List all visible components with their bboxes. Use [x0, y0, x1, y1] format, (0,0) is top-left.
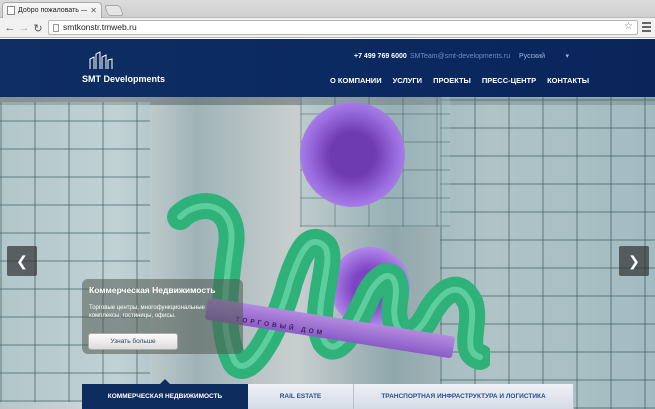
- tab-commercial[interactable]: КОММЕРЧЕСКАЯ НЕДВИЖИМОСТЬ: [82, 379, 248, 409]
- page-icon: [7, 6, 15, 15]
- language-select[interactable]: Русский ▾: [515, 50, 573, 62]
- slider-next-button[interactable]: ❯: [619, 246, 649, 276]
- bookmark-star-icon[interactable]: ☆: [624, 21, 633, 32]
- url-text[interactable]: smtkonstr.tmweb.ru: [63, 22, 137, 32]
- slide-caption: Коммерческая Недвижимость Торговые центр…: [82, 279, 243, 354]
- logo-building-icon: [89, 51, 113, 69]
- email-link[interactable]: SMTeam@smt-developments.ru: [410, 53, 510, 60]
- browser-tabbar: Добро пожаловать — SM ✕: [0, 0, 655, 18]
- caption-description: Торговые центры, многофункциональные ком…: [89, 305, 205, 319]
- category-tabs: КОММЕРЧЕСКАЯ НЕДВИЖИМОСТЬ RAIL ESTATE ТР…: [82, 379, 574, 409]
- nav-services[interactable]: УСЛУГИ: [393, 76, 422, 85]
- browser-toolbar: ← → ↻ smtkonstr.tmweb.ru ☆: [0, 18, 655, 38]
- tab-transport[interactable]: ТРАНСПОРТНАЯ ИНФРАСТРУКТУРА И ЛОГИСТИКА: [354, 384, 574, 409]
- back-icon[interactable]: ←: [3, 21, 17, 35]
- tab-rail-estate[interactable]: RAIL ESTATE: [248, 384, 354, 409]
- learn-more-button[interactable]: Узнать больше: [88, 333, 178, 350]
- menu-icon[interactable]: [642, 22, 651, 32]
- new-tab-button[interactable]: [103, 5, 125, 16]
- hero-slider: ТОРГОВЫЙ ДОМ ❮ ❯ Коммерческая Недвижимос…: [0, 97, 655, 409]
- nav-about[interactable]: О КОМПАНИИ: [330, 76, 382, 85]
- forward-icon[interactable]: →: [17, 21, 31, 35]
- nav-projects[interactable]: ПРОЕКТЫ: [433, 76, 471, 85]
- logo-text: SMT Developments: [82, 74, 166, 84]
- slider-prev-button[interactable]: ❮: [7, 246, 37, 276]
- nav-press[interactable]: ПРЕСС-ЦЕНТР: [482, 76, 536, 85]
- nav-contacts[interactable]: КОНТАКТЫ: [547, 76, 589, 85]
- caption-title: Коммерческая Недвижимость: [89, 285, 216, 295]
- address-bar[interactable]: smtkonstr.tmweb.ru ☆: [48, 20, 638, 35]
- site-header: SMT Developments +7 499 769 6000 SMTeam@…: [0, 39, 655, 97]
- page-icon: [53, 24, 59, 32]
- browser-tab[interactable]: Добро пожаловать — SM ✕: [2, 2, 102, 18]
- main-nav: О КОМПАНИИ УСЛУГИ ПРОЕКТЫ ПРЕСС-ЦЕНТР КО…: [330, 76, 589, 85]
- reload-icon[interactable]: ↻: [31, 21, 45, 35]
- tab-title: Добро пожаловать — SM: [18, 7, 88, 14]
- language-value: Русский: [519, 52, 545, 60]
- phone-number: +7 499 769 6000: [354, 53, 407, 60]
- close-icon[interactable]: ✕: [90, 6, 97, 15]
- chevron-down-icon: ▾: [565, 53, 569, 60]
